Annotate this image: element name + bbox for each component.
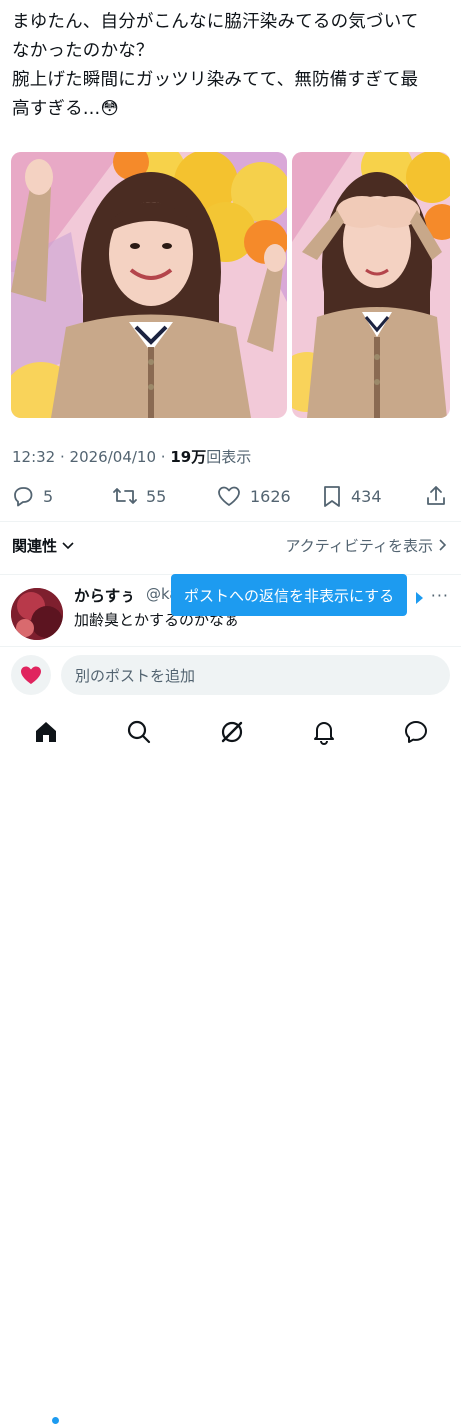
post-meta: 12:32 · 2026/04/10 · 19万回表示 — [12, 446, 251, 467]
tooltip-arrow — [416, 592, 423, 604]
add-post-input[interactable]: 別のポストを追加 — [61, 655, 450, 695]
red-heart-icon — [21, 666, 41, 684]
tab-messages[interactable] — [400, 716, 432, 748]
search-icon — [127, 720, 151, 744]
compose-bar: 別のポストを追加 — [0, 646, 461, 705]
hide-reply-tooltip[interactable]: ポストへの返信を非表示にする — [171, 574, 408, 616]
meta-separator: · — [156, 448, 171, 466]
repost-button[interactable]: 55 — [112, 478, 166, 514]
bookmark-count: 434 — [351, 486, 382, 506]
reply-button[interactable]: 5 — [11, 478, 53, 514]
post-text-line: 高すぎる…😳 — [12, 99, 119, 119]
post-actions: 5 55 1626 434 — [0, 478, 461, 514]
reply-count: 5 — [43, 486, 54, 506]
post-date[interactable]: 2026/04/10 — [70, 448, 156, 466]
bell-icon — [314, 722, 334, 745]
tab-grok[interactable] — [216, 716, 248, 748]
meta-separator: · — [55, 448, 70, 466]
share-icon — [427, 486, 445, 505]
activity-link[interactable]: アクティビティを表示 — [286, 535, 449, 556]
message-icon — [405, 721, 427, 743]
post-text-line: なかったのかな？ — [12, 41, 154, 61]
bottom-tab-bar — [0, 704, 461, 1424]
post-photo-2[interactable] — [292, 152, 450, 418]
repost-count: 55 — [146, 486, 167, 506]
grok-icon — [221, 721, 243, 743]
like-button[interactable]: 1626 — [216, 478, 291, 514]
bookmark-icon — [324, 486, 340, 507]
divider — [0, 521, 461, 522]
home-icon — [36, 722, 56, 742]
post-text-line: 腕上げた瞬間にガッツリ染みてて、無防備すぎて最 — [12, 70, 419, 90]
views-count: 19万 — [170, 448, 207, 466]
share-button[interactable] — [424, 478, 448, 514]
reply-author-name[interactable]: からすぅ — [74, 584, 135, 606]
bookmark-button[interactable]: 434 — [321, 478, 382, 514]
activity-link-label: アクティビティを表示 — [285, 536, 433, 555]
post-photo-1[interactable] — [11, 152, 287, 418]
tab-notifications[interactable] — [308, 716, 340, 748]
repost-icon — [113, 488, 137, 504]
chevron-down-icon — [62, 542, 74, 550]
notification-dot — [52, 1417, 59, 1424]
reply-sort-row: 関連性 アクティビティを表示 — [12, 533, 449, 557]
sort-dropdown[interactable]: 関連性 — [12, 535, 75, 556]
sort-label: 関連性 — [12, 536, 58, 555]
more-options-button[interactable]: ··· — [431, 586, 449, 605]
post-text-line: まゆたん、自分がこんなに脇汗染みてるの気づいて — [12, 12, 419, 32]
tooltip-text: ポストへの返信を非表示にする — [184, 586, 395, 605]
like-reaction-button[interactable] — [11, 655, 51, 695]
tab-search[interactable] — [123, 716, 155, 748]
views-label: 回表示 — [206, 448, 252, 466]
tab-home[interactable] — [30, 716, 62, 748]
like-count: 1626 — [250, 486, 291, 506]
reply-icon — [14, 487, 33, 507]
heart-icon — [218, 486, 240, 506]
chevron-right-icon — [439, 539, 447, 551]
post-time[interactable]: 12:32 — [12, 448, 55, 466]
avatar[interactable] — [11, 588, 63, 640]
post-text: まゆたん、自分がこんなに脇汗染みてるの気づいて なかったのかな？ 腕上げた瞬間に… — [12, 8, 452, 124]
